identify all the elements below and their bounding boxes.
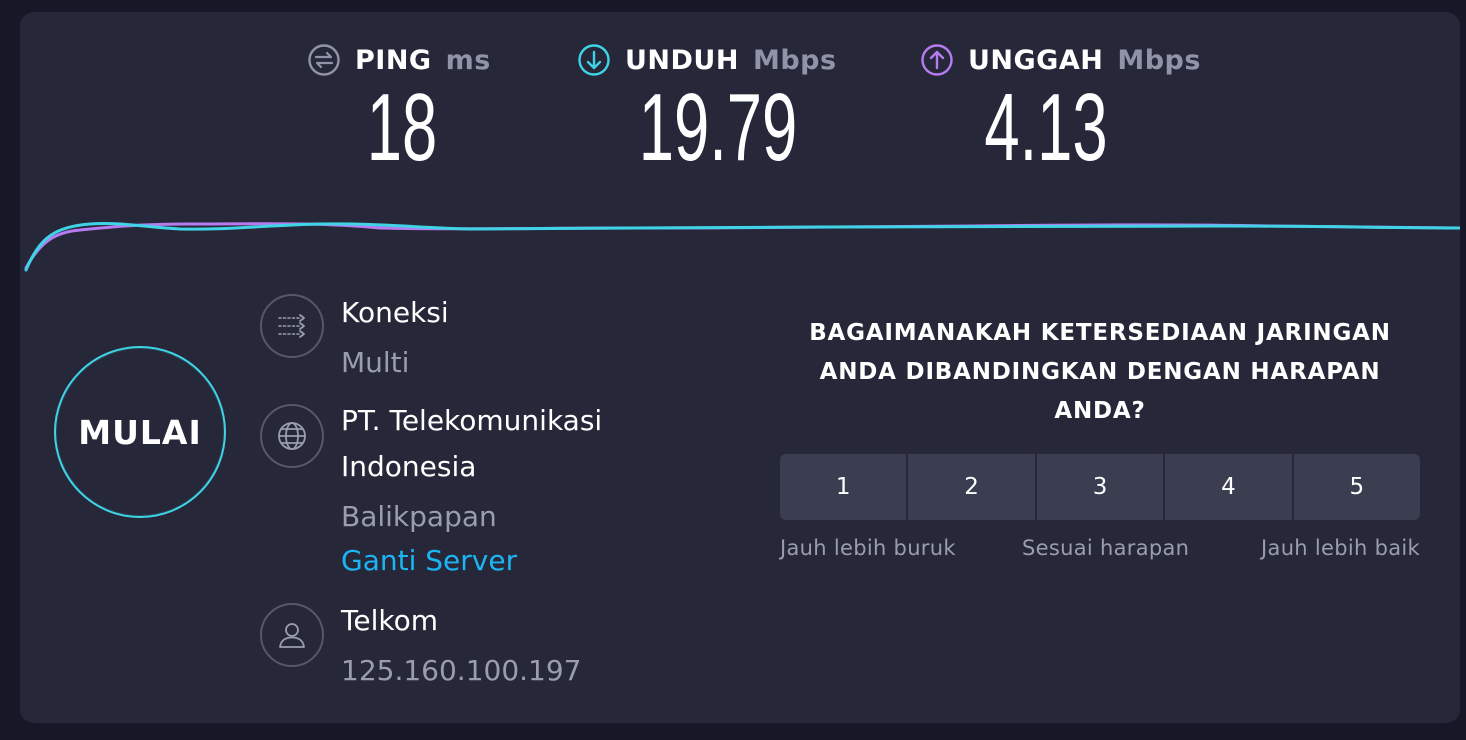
upload-arrow-icon [921,44,953,76]
survey-question: BAGAIMANAKAH KETERSEDIAAN JARINGAN ANDA … [780,314,1420,431]
globe-icon[interactable] [260,404,324,468]
upload-label: UNGGAH [968,44,1104,76]
speed-graph [24,222,1460,272]
survey-question-line2: ANDA DIBANDINGKAN DENGAN HARAPAN [819,359,1381,385]
rating-label-high: Jauh lebih baik [1261,536,1420,560]
ping-value: 18 [366,74,438,181]
rating-button-3[interactable]: 3 [1036,454,1164,520]
download-speed-line [24,222,1460,272]
upload-unit: Mbps [1117,44,1201,76]
download-value: 19.79 [638,74,798,181]
speedtest-panel: PING ms 18 UNDUH Mbps 19.79 UNGGAH Mbps … [20,12,1460,723]
ping-label: PING [355,44,432,76]
rating-label-mid: Sesuai harapan [1022,536,1190,560]
rating-button-1[interactable]: 1 [780,454,907,520]
connection-title: Koneksi [341,296,449,329]
connections-icon[interactable] [260,294,324,358]
change-server-link[interactable]: Ganti Server [341,538,602,584]
download-metric: UNDUH Mbps 19.79 [577,40,857,190]
download-unit: Mbps [752,44,837,76]
survey-question-line1: BAGAIMANAKAH KETERSEDIAAN JARINGAN [809,320,1391,346]
start-button[interactable]: MULAI [54,346,226,518]
download-arrow-icon [578,44,610,76]
provider-info: Telkom 125.160.100.197 [341,598,581,694]
rating-scale: 1 2 3 4 5 [780,454,1420,520]
upload-metric: UNGGAH Mbps 4.13 [920,40,1220,190]
upload-speed-line [24,222,1460,270]
rating-label-low: Jauh lebih buruk [780,536,956,560]
server-info: PT. Telekomunikasi Indonesia Balikpapan … [341,398,602,584]
server-name-line2: Indonesia [341,450,477,483]
connection-info: Koneksi Multi [341,290,449,386]
upload-value: 4.13 [984,74,1108,181]
rating-button-2[interactable]: 2 [908,454,1035,520]
rating-button-4[interactable]: 4 [1165,454,1292,520]
user-icon [260,603,324,667]
ping-unit: ms [445,44,491,76]
provider-name: Telkom [341,604,438,637]
rating-button-5[interactable]: 5 [1293,454,1420,520]
server-name-line1: PT. Telekomunikasi [341,404,603,437]
survey-question-line3: ANDA? [1054,398,1146,424]
download-label: UNDUH [625,44,739,76]
ping-icon [308,44,340,76]
server-location: Balikpapan [341,500,497,533]
ping-metric: PING ms 18 [307,40,507,190]
provider-ip: 125.160.100.197 [341,654,582,687]
connection-value: Multi [341,346,410,379]
